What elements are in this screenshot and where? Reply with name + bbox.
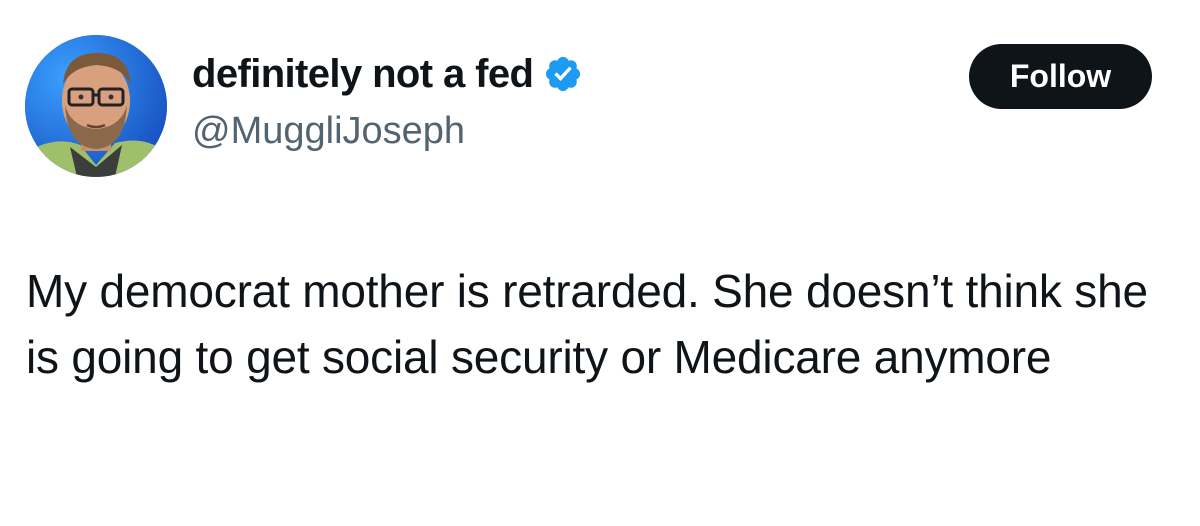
author-name-row: definitely not a fed [192,50,583,98]
verified-badge-icon[interactable] [543,54,583,94]
author-handle[interactable]: @MuggliJoseph [192,108,465,154]
tweet-card: definitely not a fed @MuggliJoseph Follo… [0,0,1200,526]
avatar-image [25,35,167,177]
author-avatar[interactable] [25,35,167,177]
tweet-text: My democrat mother is retrarded. She doe… [26,265,1148,383]
follow-button[interactable]: Follow [969,44,1152,109]
author-display-name[interactable]: definitely not a fed [192,50,534,98]
